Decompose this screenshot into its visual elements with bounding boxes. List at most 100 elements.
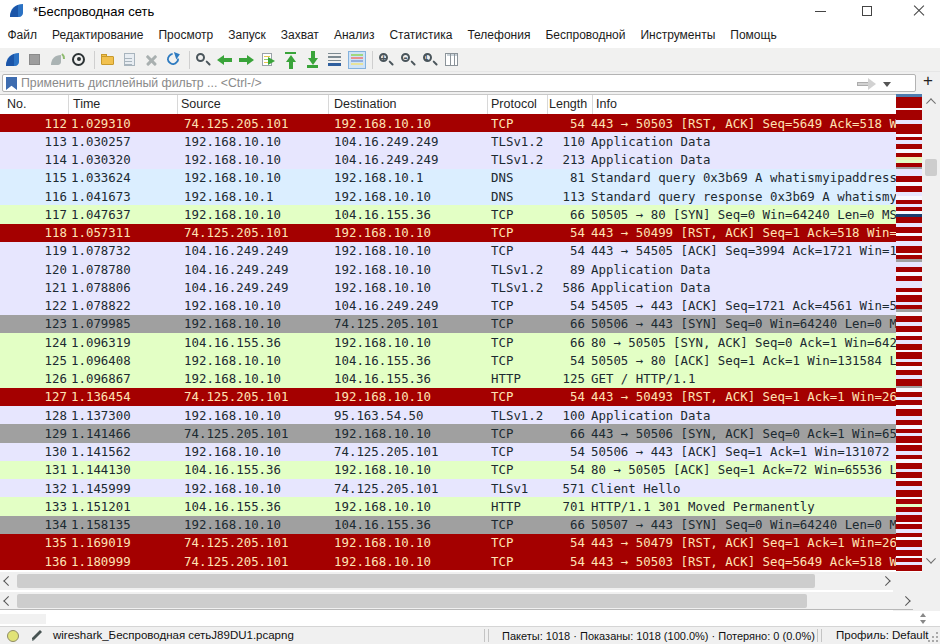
vertical-scrollbar[interactable] bbox=[922, 94, 940, 572]
horizontal-scrollbar-2[interactable] bbox=[0, 592, 913, 610]
menu-tools[interactable]: Инструменты bbox=[633, 28, 723, 42]
column-separator[interactable] bbox=[68, 95, 69, 115]
capture-options-icon[interactable] bbox=[70, 51, 88, 69]
column-header-info[interactable]: Info bbox=[596, 97, 617, 111]
go-back-icon[interactable] bbox=[216, 51, 234, 69]
packet-row-125[interactable]: 1251.096408192.168.10.10104.16.155.36TCP… bbox=[0, 351, 896, 369]
packet-row-130[interactable]: 1301.141562192.168.10.1074.125.205.101TC… bbox=[0, 443, 896, 461]
bookmark-icon[interactable] bbox=[6, 77, 17, 90]
column-separator[interactable] bbox=[487, 95, 488, 115]
horizontal-scrollbar-thumb-1[interactable] bbox=[17, 574, 815, 588]
packet-row-115[interactable]: 1151.033624192.168.10.10192.168.10.1DNS8… bbox=[0, 169, 896, 187]
filter-dropdown-caret[interactable] bbox=[883, 82, 891, 87]
packet-row-124[interactable]: 1241.096319104.16.155.36192.168.10.10TCP… bbox=[0, 333, 896, 351]
cell-info: 50505 → 80 [ACK] Seq=1 Ack=1 Win=131584 … bbox=[591, 352, 896, 370]
column-separator[interactable] bbox=[592, 95, 593, 115]
scroll-right-arrow-2[interactable] bbox=[899, 595, 910, 606]
packet-row-120[interactable]: 1201.078780104.16.249.249192.168.10.10TL… bbox=[0, 260, 896, 278]
scroll-left-arrow-2[interactable] bbox=[3, 595, 14, 606]
column-header-destination[interactable]: Destination bbox=[334, 97, 397, 111]
menu-go[interactable]: Запуск bbox=[221, 28, 274, 42]
packet-row-126[interactable]: 1261.096867192.168.10.10104.16.155.36HTT… bbox=[0, 370, 896, 388]
column-separator[interactable] bbox=[547, 95, 548, 115]
menu-file[interactable]: Файл bbox=[0, 28, 45, 42]
menu-view[interactable]: Просмотр bbox=[151, 28, 221, 42]
packet-row-122[interactable]: 1221.078822192.168.10.10104.16.249.249TC… bbox=[0, 297, 896, 315]
column-separator[interactable] bbox=[177, 95, 178, 115]
expert-info-icon[interactable] bbox=[7, 630, 19, 642]
display-filter-input[interactable] bbox=[21, 75, 861, 91]
capture-stop-icon[interactable] bbox=[26, 51, 44, 69]
resize-columns-icon[interactable] bbox=[443, 51, 461, 69]
packet-row-123[interactable]: 1231.079985192.168.10.1074.125.205.101TC… bbox=[0, 315, 896, 333]
cell-no: 112 bbox=[0, 115, 67, 133]
colorize-icon[interactable] bbox=[348, 51, 366, 69]
capture-restart-icon[interactable] bbox=[48, 51, 66, 69]
menu-edit[interactable]: Редактирование bbox=[45, 28, 151, 42]
display-filter-field[interactable] bbox=[2, 74, 916, 92]
apply-filter-button[interactable] bbox=[855, 78, 877, 89]
column-header-protocol[interactable]: Protocol bbox=[491, 97, 537, 111]
capture-comment-icon[interactable] bbox=[30, 629, 44, 643]
packet-row-136[interactable]: 1361.18099974.125.205.101192.168.10.10TC… bbox=[0, 552, 896, 570]
go-to-packet-icon[interactable] bbox=[260, 51, 278, 69]
column-separator[interactable] bbox=[328, 95, 329, 115]
reload-icon[interactable] bbox=[165, 51, 183, 69]
packet-row-135[interactable]: 1351.16901974.125.205.101192.168.10.10TC… bbox=[0, 534, 896, 552]
packet-row-121[interactable]: 1211.078806104.16.249.249192.168.10.10TL… bbox=[0, 278, 896, 296]
menu-statistics[interactable]: Статистика bbox=[382, 28, 460, 42]
packet-row-131[interactable]: 1311.144130104.16.155.36192.168.10.10TCP… bbox=[0, 461, 896, 479]
packet-row-127[interactable]: 1271.13645474.125.205.101192.168.10.10TC… bbox=[0, 388, 896, 406]
maximize-button[interactable] bbox=[844, 0, 890, 22]
scroll-left-arrow-1[interactable] bbox=[3, 575, 14, 586]
auto-scroll-icon[interactable] bbox=[326, 51, 344, 69]
file-save-icon[interactable] bbox=[121, 51, 139, 69]
add-filter-button[interactable]: + bbox=[923, 71, 933, 91]
column-header-time[interactable]: Time bbox=[73, 97, 100, 111]
packet-row-112[interactable]: 1121.02931074.125.205.101192.168.10.10TC… bbox=[0, 114, 896, 132]
packet-row-128[interactable]: 1281.137300192.168.10.1095.163.54.50TLSv… bbox=[0, 406, 896, 424]
menu-analyze[interactable]: Анализ bbox=[326, 28, 382, 42]
packet-row-114[interactable]: 1141.030320192.168.10.10104.16.249.249TL… bbox=[0, 151, 896, 169]
zoom-in-icon[interactable]: + bbox=[377, 51, 395, 69]
close-button[interactable] bbox=[896, 0, 940, 22]
go-last-icon[interactable] bbox=[304, 51, 322, 69]
menu-capture[interactable]: Захват bbox=[273, 28, 326, 42]
zoom-out-icon[interactable]: - bbox=[399, 51, 417, 69]
wireshark-start-icon[interactable] bbox=[4, 51, 22, 69]
column-header-length[interactable]: Length bbox=[549, 97, 587, 111]
packet-row-132[interactable]: 1321.145999192.168.10.1074.125.205.101TL… bbox=[0, 479, 896, 497]
column-header-source[interactable]: Source bbox=[181, 97, 221, 111]
scroll-up-arrow[interactable] bbox=[925, 98, 936, 109]
vertical-scrollbar-thumb[interactable] bbox=[925, 159, 937, 176]
packet-row-134[interactable]: 1341.158135192.168.10.10104.16.155.36TCP… bbox=[0, 516, 896, 534]
file-close-icon[interactable] bbox=[143, 51, 161, 69]
zoom-original-icon[interactable]: 1 bbox=[421, 51, 439, 69]
intelligent-scrollbar-minimap[interactable] bbox=[896, 94, 922, 571]
menu-wireless[interactable]: Беспроводной bbox=[538, 28, 633, 42]
packet-row-133[interactable]: 1331.151201104.16.155.36192.168.10.10HTT… bbox=[0, 497, 896, 515]
go-first-icon[interactable] bbox=[282, 51, 300, 69]
find-packet-icon[interactable] bbox=[194, 51, 212, 69]
minimize-button[interactable] bbox=[797, 0, 843, 22]
spinner-control[interactable] bbox=[918, 612, 928, 625]
packet-row-129[interactable]: 1291.14146674.125.205.101192.168.10.10TC… bbox=[0, 424, 896, 442]
cell-no: 116 bbox=[0, 188, 67, 206]
packet-row-119[interactable]: 1191.078732104.16.249.249192.168.10.10TC… bbox=[0, 242, 896, 260]
scroll-right-arrow-1[interactable] bbox=[879, 575, 890, 586]
cell-dst: 104.16.249.249 bbox=[334, 297, 438, 315]
packet-row-118[interactable]: 1181.05731174.125.205.101192.168.10.10TC… bbox=[0, 224, 896, 242]
file-open-icon[interactable] bbox=[99, 51, 117, 69]
scroll-down-arrow[interactable] bbox=[925, 552, 936, 563]
menu-help[interactable]: Помощь bbox=[723, 28, 784, 42]
column-header-no[interactable]: No. bbox=[7, 97, 26, 111]
horizontal-scrollbar-1[interactable] bbox=[0, 572, 893, 590]
packet-row-113[interactable]: 1131.030257192.168.10.10104.16.249.249TL… bbox=[0, 132, 896, 150]
horizontal-scrollbar-thumb-2[interactable] bbox=[17, 594, 807, 608]
packet-row-116[interactable]: 1161.041673192.168.10.1192.168.10.10DNS1… bbox=[0, 187, 896, 205]
resize-grip[interactable] bbox=[928, 632, 938, 642]
menu-telephony[interactable]: Телефония bbox=[460, 28, 538, 42]
cell-no: 136 bbox=[0, 553, 67, 571]
packet-row-117[interactable]: 1171.047637192.168.10.10104.16.155.36TCP… bbox=[0, 205, 896, 223]
go-forward-icon[interactable] bbox=[238, 51, 256, 69]
